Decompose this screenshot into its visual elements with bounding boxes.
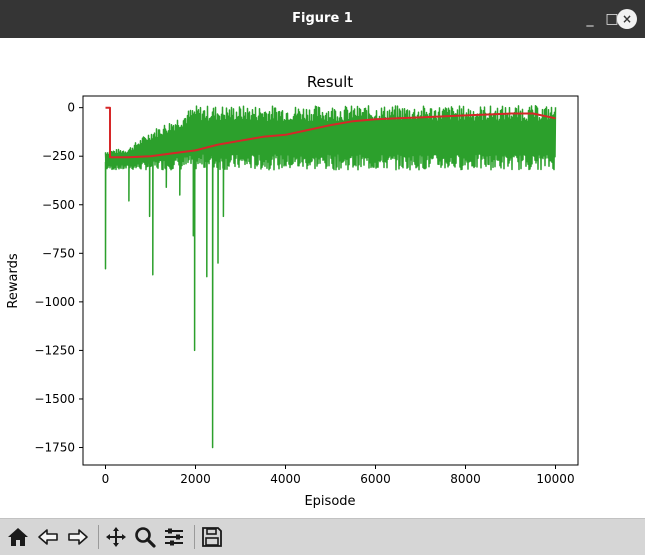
x-tick-label: 10000: [536, 472, 574, 486]
y-tick-label: −250: [42, 149, 75, 163]
zoom-icon[interactable]: [133, 526, 157, 548]
series-layer: [104, 105, 557, 449]
x-tick-label: 8000: [450, 472, 481, 486]
x-tick-label: 6000: [360, 472, 391, 486]
y-tick-label: −750: [42, 246, 75, 260]
y-tick-label: −500: [42, 198, 75, 212]
save-icon[interactable]: [200, 526, 224, 548]
configure-subplots-icon[interactable]: [162, 526, 186, 548]
toolbar-separator: [98, 525, 99, 549]
y-tick-label: −1000: [34, 295, 75, 309]
toolbar-separator: [194, 525, 195, 549]
x-axis-label: Episode: [304, 494, 355, 509]
chart-title: Result: [307, 73, 353, 91]
plot-canvas[interactable]: Result 0 2000 4000 6000 8000 10000 0 −250 −500 −…: [0, 38, 645, 518]
y-axis-label: Rewards: [6, 253, 21, 308]
x-axis: 0 2000 4000 6000 8000 10000: [102, 465, 575, 486]
close-button[interactable]: ×: [615, 6, 637, 32]
pan-icon[interactable]: [104, 526, 128, 548]
x-tick-label: 0: [102, 472, 110, 486]
forward-icon[interactable]: [66, 526, 90, 548]
close-icon: ×: [617, 9, 637, 29]
y-axis: 0 −250 −500 −750 −1000 −1250 −1500 −1750: [34, 101, 83, 455]
chart: Result 0 2000 4000 6000 8000 10000 0 −250 −500 −…: [6, 73, 579, 509]
series-raw-rewards: [104, 105, 557, 449]
home-icon[interactable]: [6, 526, 30, 548]
figure-window: Figure 1 _ □ × Result 0 2000 4000 6000 8000 1…: [0, 0, 645, 555]
x-tick-label: 2000: [180, 472, 211, 486]
window-title: Figure 1: [292, 11, 353, 26]
back-icon[interactable]: [36, 526, 60, 548]
y-tick-label: −1750: [34, 441, 75, 455]
x-tick-label: 4000: [270, 472, 301, 486]
y-tick-label: −1500: [34, 392, 75, 406]
navigation-toolbar: [0, 518, 645, 555]
title-bar: Figure 1 _ □ ×: [0, 0, 645, 38]
y-tick-label: −1250: [34, 343, 75, 357]
y-tick-label: 0: [67, 101, 75, 115]
